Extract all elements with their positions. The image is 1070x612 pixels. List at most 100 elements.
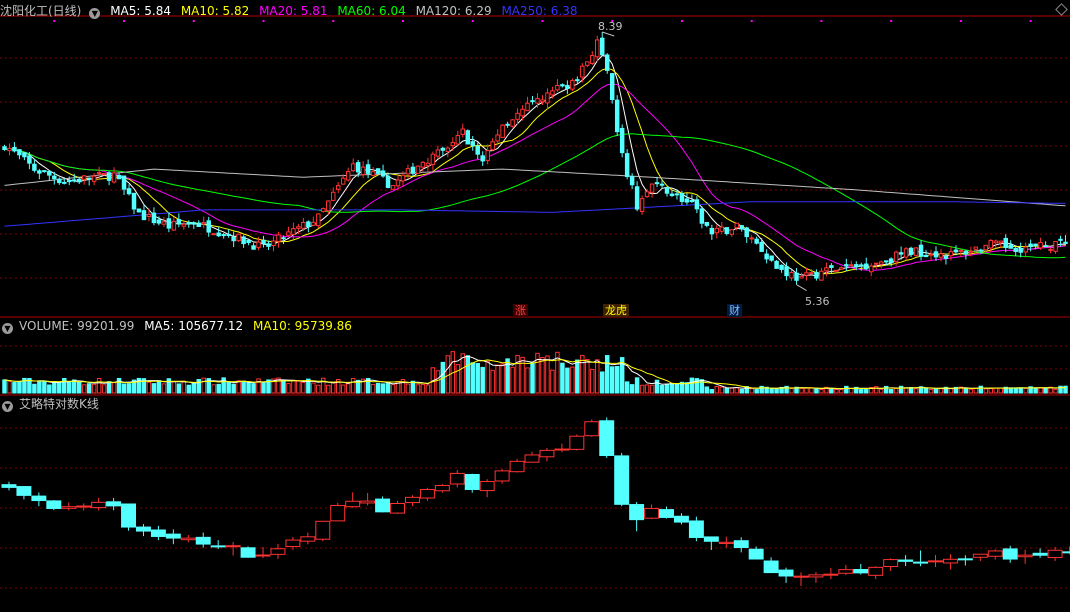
candle — [350, 163, 356, 172]
volume-bar — [286, 383, 291, 394]
candle — [52, 175, 57, 180]
limit-up-marker[interactable]: 涨 — [513, 304, 528, 317]
candle — [938, 253, 944, 258]
log-candle — [195, 536, 211, 545]
volume-bar — [560, 362, 565, 394]
volume-bar — [86, 383, 92, 394]
candle — [888, 258, 894, 264]
candle — [101, 173, 107, 176]
candle — [27, 155, 32, 164]
volume-bar — [789, 388, 794, 394]
candle — [37, 170, 42, 174]
candle — [1058, 238, 1063, 241]
candle — [868, 265, 874, 273]
indicator-legend: ▼ 艾略特对数K线 — [0, 395, 105, 413]
volume-bar — [1043, 387, 1048, 394]
volume-bar — [1023, 387, 1028, 394]
volume-bar — [859, 389, 864, 394]
candle — [156, 219, 162, 224]
volume-bar — [609, 366, 615, 394]
candle — [211, 233, 216, 236]
candle — [898, 252, 904, 255]
event-dot — [471, 20, 474, 22]
volume-bar — [769, 388, 774, 394]
log-candle — [210, 545, 226, 548]
volume-bar — [67, 380, 72, 394]
volume-bar — [470, 362, 475, 394]
candle — [335, 185, 341, 190]
volume-bar — [898, 385, 904, 394]
indicator-title: 艾略特对数K线 — [19, 397, 99, 411]
log-candle — [644, 508, 660, 519]
candle — [614, 99, 620, 133]
volume-bar — [540, 356, 545, 394]
dropdown-icon[interactable]: ▼ — [89, 8, 101, 19]
volume-bar — [370, 383, 376, 394]
candle — [86, 177, 92, 180]
candle — [809, 272, 814, 275]
volume-bar — [570, 366, 575, 394]
volume-bar — [968, 388, 974, 394]
candle — [565, 84, 570, 90]
candle — [923, 254, 929, 258]
volume-bar — [415, 384, 421, 394]
log-candle — [225, 545, 241, 548]
dragon-tiger-marker[interactable]: 龙虎 — [603, 304, 629, 317]
volume-bar — [151, 383, 157, 394]
log-candle — [1002, 548, 1018, 560]
volume-bar — [12, 382, 17, 394]
volume-bar — [649, 384, 655, 394]
volume-bar — [580, 354, 585, 394]
candle — [296, 226, 301, 229]
volume-bar — [988, 388, 994, 394]
candle — [430, 153, 436, 165]
candle — [664, 186, 670, 194]
volume-bar — [849, 387, 854, 394]
candle — [744, 227, 749, 238]
volume-bar — [291, 380, 296, 394]
candle — [530, 100, 535, 103]
log-candle — [898, 559, 914, 562]
volume-bar — [425, 384, 431, 394]
candle — [12, 146, 17, 152]
volume-bar — [595, 359, 600, 394]
volume-bar — [834, 388, 839, 394]
candle — [515, 112, 520, 120]
candle — [525, 102, 530, 112]
candle — [276, 234, 281, 242]
candle — [575, 79, 580, 82]
log-candle — [106, 501, 122, 507]
volume-bar — [42, 380, 47, 394]
volume-bar — [799, 387, 804, 394]
candle — [580, 65, 585, 78]
candle — [91, 175, 97, 182]
volume-bar — [196, 379, 202, 394]
volume-bar — [819, 389, 824, 394]
event-dot — [820, 20, 823, 22]
finance-marker[interactable]: 财 — [727, 304, 742, 317]
candle — [450, 142, 456, 147]
candle — [1028, 243, 1033, 248]
log-candle — [718, 541, 734, 544]
candle — [166, 218, 172, 229]
chart-canvas[interactable] — [0, 0, 1070, 612]
volume-bar — [565, 367, 570, 394]
log-candle — [345, 500, 361, 508]
candle — [261, 239, 266, 245]
candle — [883, 260, 889, 263]
log-candle — [419, 489, 435, 499]
volume-bar — [963, 388, 969, 394]
candle — [495, 134, 500, 142]
volume-bar — [156, 380, 162, 394]
dropdown-icon[interactable]: ▼ — [2, 401, 13, 412]
log-candle — [793, 575, 809, 578]
candle — [246, 239, 251, 244]
log-candle — [360, 500, 376, 504]
volume-bar — [709, 389, 715, 394]
log-candle — [913, 561, 929, 564]
candle — [465, 130, 470, 145]
dropdown-icon[interactable]: ▼ — [2, 323, 13, 334]
volume-bar — [311, 382, 316, 394]
event-dot — [680, 20, 683, 22]
log-candle — [165, 533, 181, 539]
